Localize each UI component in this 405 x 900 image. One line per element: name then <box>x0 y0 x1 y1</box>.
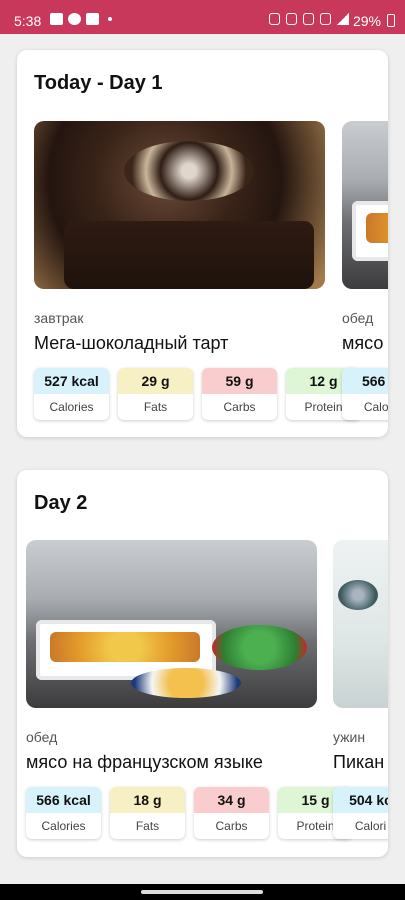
nutrition-stats: 504 kc Calori <box>333 787 388 839</box>
battery-icon <box>387 14 395 27</box>
meal-type: обед <box>26 729 58 745</box>
calories-label: Calori <box>354 819 387 833</box>
bluetooth-icon <box>286 13 297 25</box>
status-time: 5:38 <box>14 13 42 29</box>
image-icon <box>50 13 63 25</box>
calories-stat: 566 kcal Calories <box>26 787 101 839</box>
fats-stat: 29 g Fats <box>118 368 193 420</box>
call-icon <box>320 13 331 25</box>
calories-stat: 566 k Calori <box>342 368 388 420</box>
meal-type: обед <box>342 310 374 326</box>
meal-image[interactable] <box>26 540 317 708</box>
fats-label: Fats <box>143 400 168 414</box>
calories-label: Calories <box>41 819 86 833</box>
meal-name: мясо <box>342 333 384 353</box>
status-bar: 5:38 29% <box>0 0 405 34</box>
carbs-label: Carbs <box>215 819 248 833</box>
fats-value: 29 g <box>118 368 193 394</box>
home-handle[interactable] <box>141 890 263 894</box>
nutrition-stats: 566 k Calori <box>342 368 388 420</box>
carbs-value: 34 g <box>194 787 269 813</box>
meal-image[interactable] <box>342 121 388 289</box>
calories-value: 504 kc <box>333 787 388 813</box>
fats-value: 18 g <box>110 787 185 813</box>
system-nav-bar <box>0 884 405 900</box>
fats-label: Fats <box>135 819 160 833</box>
meal-type: ужин <box>333 729 366 745</box>
fats-stat: 18 g Fats <box>110 787 185 839</box>
calories-value: 527 kcal <box>34 368 109 394</box>
carbs-stat: 59 g Carbs <box>202 368 277 420</box>
calories-stat: 527 kcal Calories <box>34 368 109 420</box>
calories-label: Calories <box>49 400 94 414</box>
battery-percent: 29% <box>352 13 381 29</box>
meal-name: мясо на французском языке <box>26 752 263 772</box>
day-title: Today - Day 1 <box>34 72 163 94</box>
signal-icon <box>337 13 349 25</box>
nutrition-stats: 527 kcal Calories 29 g Fats 59 g Carbs 1… <box>34 368 361 420</box>
carbs-label: Carbs <box>223 400 256 414</box>
wifi-icon <box>303 13 314 25</box>
calories-value: 566 k <box>342 368 388 394</box>
day-card: Day 2 обед мясо на французском языке 566… <box>17 470 388 857</box>
day-title: Day 2 <box>34 492 88 514</box>
day-card: Today - Day 1 завтрак Мега-шоколадный та… <box>17 50 388 437</box>
calories-value: 566 kcal <box>26 787 101 813</box>
meal-name: Мега-шоколадный тарт <box>34 333 229 353</box>
message-icon <box>68 13 81 25</box>
meal-image[interactable] <box>34 121 325 289</box>
alarm-icon <box>269 13 280 25</box>
carbs-stat: 34 g Carbs <box>194 787 269 839</box>
meal-image[interactable] <box>333 540 388 708</box>
meal-name: Пикан <box>333 752 385 772</box>
carbs-value: 59 g <box>202 368 277 394</box>
notification-dot-icon <box>108 17 112 21</box>
calories-stat: 504 kc Calori <box>333 787 388 839</box>
nutrition-stats: 566 kcal Calories 18 g Fats 34 g Carbs 1… <box>26 787 353 839</box>
calories-label: Calori <box>363 400 388 414</box>
meal-type: завтрак <box>34 310 84 326</box>
youtube-icon <box>86 13 99 25</box>
